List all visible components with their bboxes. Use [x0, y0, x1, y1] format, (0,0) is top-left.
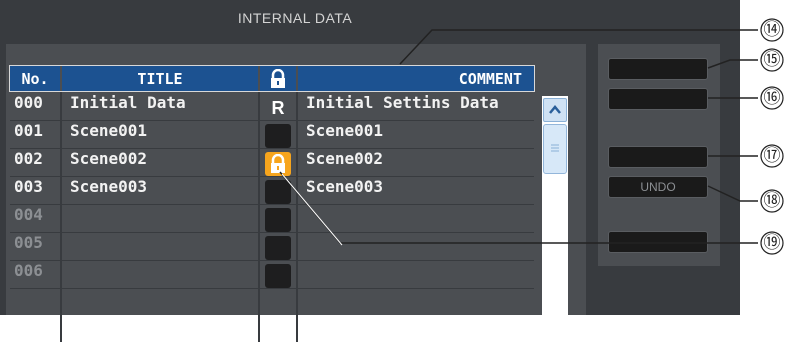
- column-header-no[interactable]: No.: [10, 66, 60, 92]
- row-comment[interactable]: Scene001: [306, 121, 526, 149]
- callout-16: ⑯: [763, 88, 781, 108]
- read-only-indicator[interactable]: R: [265, 96, 291, 120]
- column-header-lock[interactable]: [260, 66, 296, 92]
- column-header-title[interactable]: TITLE: [62, 66, 258, 92]
- table-row[interactable]: 002 Scene002 Scene002: [10, 149, 534, 177]
- callout-15: ⑮: [763, 50, 781, 70]
- window-title: INTERNAL DATA: [237, 10, 353, 26]
- callout-18: ⑱: [763, 191, 781, 211]
- row-number: 003: [14, 177, 43, 196]
- side-button-2[interactable]: [608, 88, 708, 110]
- row-number: 004: [14, 205, 43, 224]
- lock-toggle[interactable]: [265, 180, 291, 204]
- side-button-3[interactable]: [608, 146, 708, 168]
- row-title[interactable]: Initial Data: [70, 93, 256, 121]
- row-comment[interactable]: [306, 205, 526, 233]
- row-number: 002: [14, 149, 43, 168]
- scroll-up-button[interactable]: [543, 98, 567, 122]
- table-row[interactable]: 003 Scene003 Scene003: [10, 177, 534, 205]
- lock-toggle[interactable]: [265, 152, 291, 176]
- row-title[interactable]: [70, 205, 256, 233]
- internal-data-panel: INTERNAL DATA No. TITLE COMMENT 000 Initi…: [0, 0, 740, 342]
- title-bar: INTERNAL DATA: [0, 0, 740, 40]
- lock-toggle[interactable]: [265, 208, 291, 232]
- row-title[interactable]: [70, 261, 256, 289]
- lock-icon: [271, 68, 285, 88]
- grip-icon: [551, 144, 559, 152]
- row-number: 005: [14, 233, 43, 252]
- side-button-1[interactable]: [608, 58, 708, 80]
- row-comment[interactable]: Scene002: [306, 149, 526, 177]
- callout-17: ⑰: [763, 146, 781, 166]
- lock-toggle[interactable]: [265, 124, 291, 148]
- table-row[interactable]: 004: [10, 205, 534, 233]
- row-comment[interactable]: [306, 261, 526, 289]
- callout-19: ⑲: [763, 233, 781, 253]
- row-comment[interactable]: Initial Settins Data: [306, 93, 526, 121]
- row-number: 006: [14, 261, 43, 280]
- column-header-comment[interactable]: COMMENT: [298, 66, 534, 92]
- lock-toggle[interactable]: [265, 236, 291, 260]
- column-divider: [296, 92, 298, 342]
- table-row[interactable]: 005: [10, 233, 534, 261]
- chevron-up-icon: [549, 105, 561, 114]
- row-number: 000: [14, 93, 43, 112]
- scrollbar-thumb[interactable]: [543, 124, 567, 174]
- column-divider: [60, 92, 62, 342]
- column-divider: [258, 92, 260, 342]
- table-row[interactable]: 000 Initial Data R Initial Settins Data: [10, 93, 534, 121]
- callout-14: ⑭: [763, 20, 781, 40]
- lock-toggle[interactable]: [265, 264, 291, 288]
- side-button-5[interactable]: [608, 231, 708, 253]
- table-row[interactable]: 001 Scene001 Scene001: [10, 121, 534, 149]
- row-comment[interactable]: [306, 233, 526, 261]
- table-row[interactable]: 006: [10, 261, 534, 289]
- row-comment[interactable]: Scene003: [306, 177, 526, 205]
- row-title[interactable]: Scene003: [70, 177, 256, 205]
- row-divider: [10, 288, 534, 289]
- row-title[interactable]: Scene002: [70, 149, 256, 177]
- row-title[interactable]: Scene001: [70, 121, 256, 149]
- undo-button[interactable]: UNDO: [608, 176, 708, 198]
- row-title[interactable]: [70, 233, 256, 261]
- lock-icon: [271, 153, 285, 173]
- row-number: 001: [14, 121, 43, 140]
